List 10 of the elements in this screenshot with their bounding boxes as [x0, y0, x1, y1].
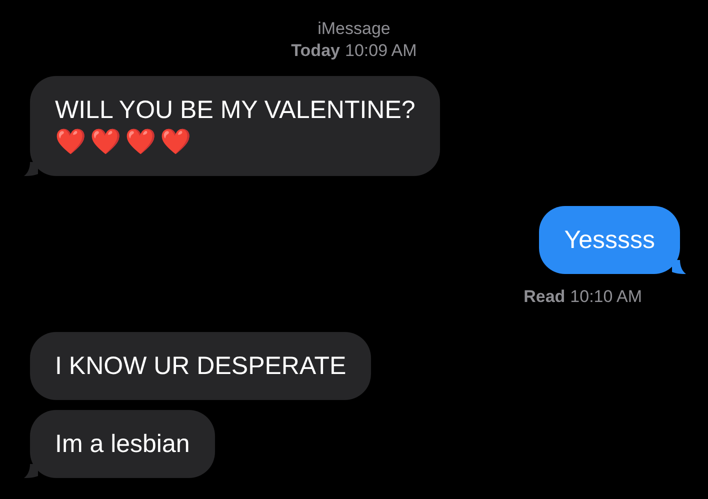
message-text: WILL YOU BE MY VALENTINE? [55, 95, 416, 126]
read-time: 10:10 AM [570, 286, 642, 308]
message-text: I KNOW UR DESPERATE [55, 350, 346, 382]
day-label: Today [291, 40, 340, 62]
message-text: ❤❤❤❤ [55, 126, 196, 158]
message-text: Yesssss [564, 225, 655, 256]
message-text: Im a lesbian [55, 428, 190, 460]
timestamp: 10:09 AM [344, 40, 417, 62]
read-status: Read [524, 286, 566, 308]
service-name: iMessage [318, 18, 390, 40]
